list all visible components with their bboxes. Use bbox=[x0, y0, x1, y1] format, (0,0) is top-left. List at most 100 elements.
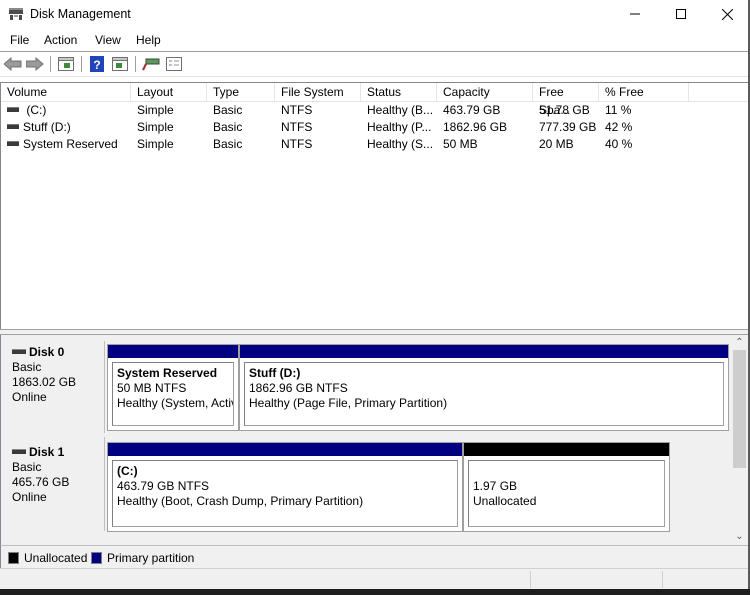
menu-view[interactable]: View bbox=[95, 33, 121, 47]
show-hide-action-pane-button[interactable] bbox=[111, 55, 129, 73]
back-icon bbox=[4, 57, 22, 71]
legend-label: Unallocated bbox=[24, 551, 88, 565]
volume-capacity: 1862.96 GB bbox=[443, 120, 508, 134]
maximize-icon bbox=[676, 9, 686, 19]
disk-icon bbox=[12, 349, 26, 355]
volume-layout: Simple bbox=[137, 103, 174, 117]
partition-size: 1862.96 GB NTFS bbox=[249, 381, 348, 395]
column-header-volume[interactable]: Volume bbox=[1, 83, 131, 101]
volume-name: System Reserved bbox=[23, 137, 118, 151]
graph-vertical-scrollbar[interactable]: ⌃ ⌄ bbox=[731, 336, 748, 544]
svg-text:?: ? bbox=[93, 58, 100, 72]
connect-button[interactable] bbox=[142, 55, 160, 73]
volume-layout: Simple bbox=[137, 137, 174, 151]
partition-size: 1.97 GB bbox=[473, 479, 518, 493]
volume-status: Healthy (P... bbox=[367, 120, 432, 134]
scrollbar-thumb[interactable] bbox=[733, 350, 746, 468]
help-icon: ? bbox=[90, 56, 104, 72]
legend-label: Primary partition bbox=[107, 551, 195, 565]
column-header-capacity[interactable]: Capacity bbox=[437, 83, 533, 101]
partition-system-reserved[interactable]: System Reserved 50 MB NTFS Healthy (Syst… bbox=[107, 344, 239, 431]
partition-bar bbox=[108, 345, 238, 358]
volume-row[interactable]: System Reserved Simple Basic NTFS Health… bbox=[1, 136, 701, 153]
connect-drive-icon bbox=[142, 58, 160, 71]
partition-status: Unallocated bbox=[473, 494, 537, 508]
toolbar: ? bbox=[0, 52, 750, 77]
forward-icon bbox=[26, 57, 44, 71]
column-header-status[interactable]: Status bbox=[361, 83, 437, 101]
volume-row[interactable]: Stuff (D:) Simple Basic NTFS Healthy (P.… bbox=[1, 119, 701, 136]
disk-type: Basic bbox=[12, 360, 42, 374]
minimize-icon bbox=[630, 13, 640, 15]
volume-percent-free: 42 % bbox=[605, 120, 633, 134]
properties-icon bbox=[166, 57, 182, 71]
maximize-button[interactable] bbox=[658, 0, 704, 28]
disk-icon bbox=[12, 449, 26, 455]
volume-percent-free: 40 % bbox=[605, 137, 633, 151]
close-button[interactable] bbox=[704, 0, 750, 28]
disk-state: Online bbox=[12, 390, 47, 404]
volume-row[interactable]: (C:) Simple Basic NTFS Healthy (B... 463… bbox=[1, 102, 701, 119]
menu-bar: File Action View Help bbox=[0, 30, 750, 52]
status-separator bbox=[662, 571, 663, 588]
menu-action[interactable]: Action bbox=[44, 33, 77, 47]
column-header-file-system[interactable]: File System bbox=[275, 83, 361, 101]
volume-free-space: 777.39 GB bbox=[539, 120, 597, 134]
partition-stuff-d[interactable]: Stuff (D:) 1862.96 GB NTFS Healthy (Page… bbox=[239, 344, 729, 431]
volume-free-space: 20 MB bbox=[539, 137, 574, 151]
partition-title: System Reserved bbox=[117, 366, 218, 380]
partition-size: 50 MB NTFS bbox=[117, 381, 187, 395]
volume-file-system: NTFS bbox=[281, 103, 313, 117]
volume-status: Healthy (B... bbox=[367, 103, 434, 117]
legend-primary-partition: Primary partition bbox=[91, 551, 194, 565]
volume-type: Basic bbox=[213, 103, 243, 117]
legend: Unallocated Primary partition bbox=[0, 545, 750, 568]
scroll-up-icon[interactable]: ⌃ bbox=[731, 336, 748, 350]
partition-c[interactable]: (C:) 463.79 GB NTFS Healthy (Boot, Crash… bbox=[107, 442, 463, 532]
disk-state: Online bbox=[12, 490, 47, 504]
volume-free-space: 51.78 GB bbox=[539, 103, 590, 117]
toolbar-separator bbox=[50, 56, 51, 72]
action-pane-icon bbox=[112, 57, 128, 71]
volume-name: Stuff (D:) bbox=[23, 120, 71, 134]
partition-bar bbox=[240, 345, 728, 358]
column-header-layout[interactable]: Layout bbox=[131, 83, 207, 101]
partition-bar bbox=[108, 443, 462, 456]
menu-help[interactable]: Help bbox=[136, 33, 161, 47]
status-bar bbox=[0, 568, 750, 590]
column-header-free-space[interactable]: Free Spa... bbox=[533, 83, 599, 117]
partition-unallocated[interactable]: 1.97 GB Unallocated bbox=[463, 442, 670, 532]
volume-capacity: 50 MB bbox=[443, 137, 478, 151]
volume-type: Basic bbox=[213, 137, 243, 151]
disk-management-app-icon bbox=[9, 8, 23, 20]
minimize-button[interactable] bbox=[612, 0, 658, 28]
status-separator bbox=[530, 571, 531, 588]
show-hide-console-tree-button[interactable] bbox=[57, 55, 75, 73]
properties-button[interactable] bbox=[165, 55, 183, 73]
title-bar: Disk Management bbox=[0, 0, 750, 30]
disk-size: 465.76 GB bbox=[12, 475, 70, 489]
help-button[interactable]: ? bbox=[88, 55, 106, 73]
volume-type: Basic bbox=[213, 120, 243, 134]
disk-size: 1863.02 GB bbox=[12, 375, 77, 389]
taskbar bbox=[0, 589, 750, 595]
toolbar-separator bbox=[135, 56, 136, 72]
volume-layout: Simple bbox=[137, 120, 174, 134]
menu-file[interactable]: File bbox=[10, 33, 29, 47]
disk-type: Basic bbox=[12, 460, 42, 474]
disk-0-label[interactable]: Disk 0 Basic 1863.02 GB Online bbox=[4, 341, 105, 433]
disk-name: Disk 1 bbox=[29, 445, 65, 459]
column-header-type[interactable]: Type bbox=[207, 83, 275, 101]
disk-1-label[interactable]: Disk 1 Basic 465.76 GB Online bbox=[4, 437, 105, 531]
volume-file-system: NTFS bbox=[281, 137, 313, 151]
volume-icon bbox=[7, 124, 19, 130]
volume-percent-free: 11 % bbox=[605, 103, 632, 117]
back-button[interactable] bbox=[4, 55, 22, 73]
column-header-percent-free[interactable]: % Free bbox=[599, 83, 689, 101]
forward-button[interactable] bbox=[26, 55, 44, 73]
close-icon bbox=[721, 8, 733, 20]
partition-bar bbox=[464, 443, 669, 456]
scroll-down-icon[interactable]: ⌄ bbox=[731, 530, 748, 544]
volume-file-system: NTFS bbox=[281, 120, 313, 134]
volume-icon bbox=[7, 107, 19, 113]
